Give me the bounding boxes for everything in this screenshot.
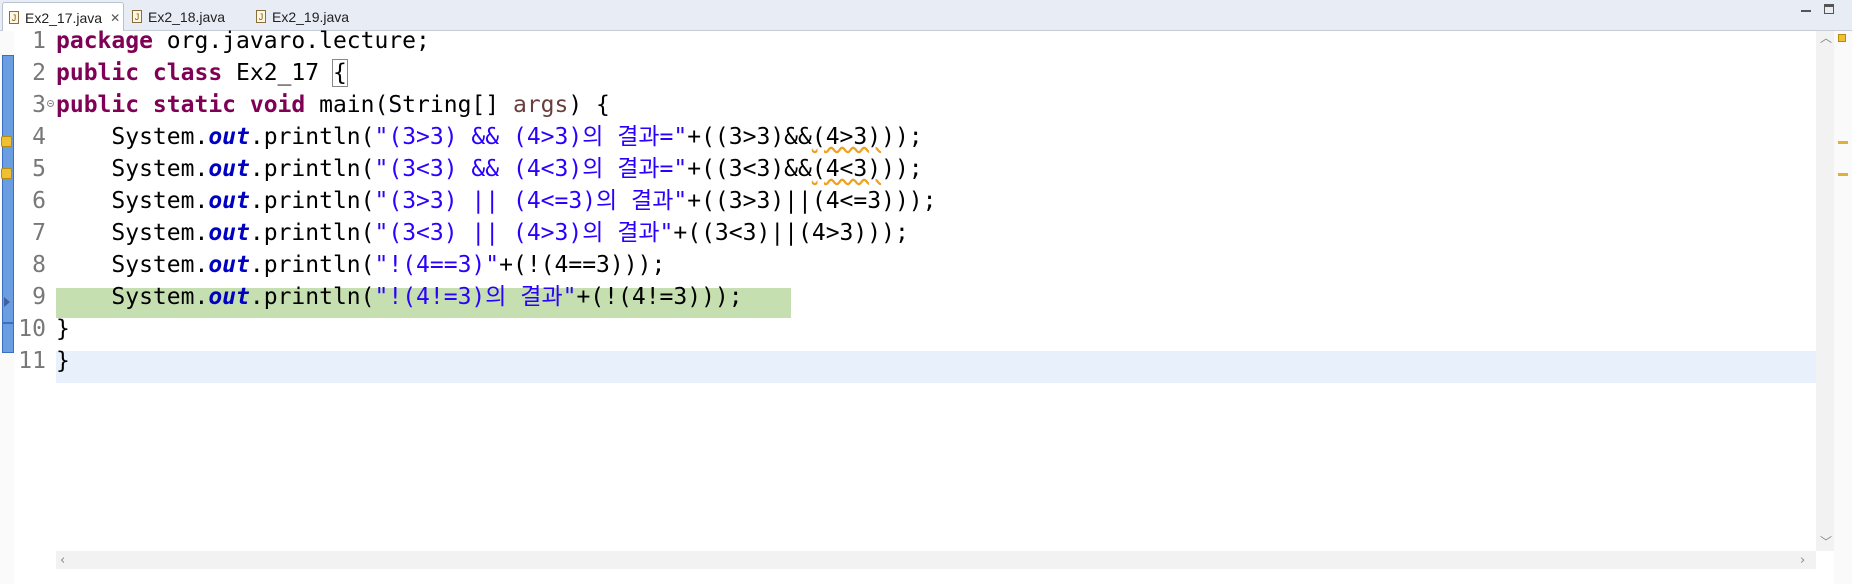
line-number: 6: [32, 188, 46, 214]
static-field: out: [208, 124, 250, 150]
string-literal: "(3<3) && (4<3)의 결과=": [374, 156, 688, 182]
parameter: args: [512, 92, 569, 118]
overview-ruler[interactable]: [1834, 31, 1852, 584]
keyword: public class: [56, 60, 223, 86]
scroll-down-icon[interactable]: ﹀: [1820, 536, 1832, 548]
matching-brace: {: [331, 59, 348, 87]
static-field: out: [208, 188, 250, 214]
code-text: }: [56, 316, 70, 342]
code-text: .println(: [249, 220, 375, 246]
code-line-1: package org.javaro.lecture;: [56, 25, 430, 57]
code-text: +(!(4!=3)));: [576, 284, 743, 310]
line-number: 5: [32, 156, 46, 182]
tab-label: Ex2_19.java: [272, 8, 350, 25]
code-line-6: System.out.println("(3>3) || (4<=3)의 결과"…: [56, 185, 936, 217]
code-text: System.: [56, 188, 209, 214]
line-number: 3: [32, 92, 46, 118]
scroll-left-icon[interactable]: ‹: [60, 553, 65, 568]
code-text: System.: [56, 124, 209, 150]
scroll-right-icon[interactable]: ›: [1800, 553, 1805, 568]
warning-expression: (4>3): [811, 124, 882, 150]
vertical-scrollbar[interactable]: ︿ ﹀: [1816, 31, 1834, 551]
code-area[interactable]: package org.javaro.lecture; public class…: [56, 28, 1816, 551]
code-text: System.: [56, 252, 209, 278]
warning-mark[interactable]: [1838, 141, 1848, 144]
code-text: +((3>3)||(4<=3)));: [687, 188, 937, 214]
keyword: package: [56, 28, 153, 54]
code-text: +(!(4==3)));: [499, 252, 666, 278]
line-number: 2: [32, 60, 46, 86]
keyword: public static void: [56, 92, 306, 118]
line-number: 4: [32, 124, 46, 150]
code-line-10: }: [56, 313, 70, 345]
java-file-icon: J: [256, 10, 266, 23]
code-text: .println(: [249, 124, 375, 150]
code-line-7: System.out.println("(3<3) || (4>3)의 결과"+…: [56, 217, 909, 249]
code-line-8: System.out.println("!(4==3)"+(!(4==3)));: [56, 249, 665, 281]
line-number: 7: [32, 220, 46, 246]
code-text: Ex2_17: [222, 60, 333, 86]
static-field: out: [208, 252, 250, 278]
string-literal: "!(4==3)": [374, 252, 500, 278]
warning-summary-icon[interactable]: [1838, 34, 1846, 42]
code-text: org.javaro.lecture;: [152, 28, 430, 54]
warning-mark[interactable]: [1838, 173, 1848, 176]
code-text: ));: [881, 124, 923, 150]
code-text: .println(: [249, 284, 375, 310]
code-line-11: }: [56, 345, 70, 377]
code-text: +((3>3)&&: [687, 124, 812, 150]
line-number: 10: [18, 316, 46, 342]
line-number: 8: [32, 252, 46, 278]
static-field: out: [208, 284, 250, 310]
code-text: +((3<3)&&: [687, 156, 812, 182]
warning-expression: (4<3): [811, 156, 882, 182]
string-literal: "!(4!=3)의 결과": [374, 284, 577, 310]
tab-label: Ex2_18.java: [148, 8, 226, 25]
string-literal: "(3>3) && (4>3)의 결과=": [374, 124, 688, 150]
line-number: 9: [32, 284, 46, 310]
java-file-icon: J: [132, 10, 142, 23]
static-field: out: [208, 220, 250, 246]
line-number: 1: [32, 28, 46, 54]
code-text: ) {: [568, 92, 610, 118]
close-tab-icon[interactable]: ✕: [110, 11, 120, 25]
tab-label: Ex2_17.java: [25, 9, 103, 26]
code-line-4: System.out.println("(3>3) && (4>3)의 결과="…: [56, 121, 923, 153]
line-number-gutter: 1 2 3 4 5 6 7 8 9 10 11: [14, 28, 56, 584]
code-text: }: [56, 348, 70, 374]
string-literal: "(3>3) || (4<=3)의 결과": [374, 188, 688, 214]
fold-toggle-icon[interactable]: [47, 100, 54, 107]
code-line-5: System.out.println("(3<3) && (4<3)의 결과="…: [56, 153, 923, 185]
code-editor[interactable]: 1 2 3 4 5 6 7 8 9 10 11 package org.java…: [0, 28, 1852, 584]
code-line-9: System.out.println("!(4!=3)의 결과"+(!(4!=3…: [56, 281, 743, 313]
code-line-2: public class Ex2_17 {: [56, 57, 348, 89]
string-literal: "(3<3) || (4>3)의 결과": [374, 220, 674, 246]
horizontal-scrollbar[interactable]: ‹ ›: [56, 551, 1816, 569]
code-text: main(String[]: [305, 92, 513, 118]
current-line-highlight: [56, 351, 1816, 383]
code-text: +((3<3)||(4>3)));: [673, 220, 909, 246]
code-text: System.: [56, 284, 209, 310]
code-text: .println(: [249, 188, 375, 214]
code-text: .println(: [249, 156, 375, 182]
static-field: out: [208, 156, 250, 182]
scroll-up-icon[interactable]: ︿: [1820, 32, 1832, 44]
code-text: .println(: [249, 252, 375, 278]
maximize-icon[interactable]: [1824, 4, 1834, 14]
code-text: System.: [56, 220, 209, 246]
code-text: System.: [56, 156, 209, 182]
code-line-3: public static void main(String[] args) {: [56, 89, 610, 121]
code-text: ));: [881, 156, 923, 182]
java-file-icon: J: [9, 11, 19, 24]
line-number: 11: [18, 348, 46, 374]
minimize-icon[interactable]: [1800, 4, 1812, 16]
